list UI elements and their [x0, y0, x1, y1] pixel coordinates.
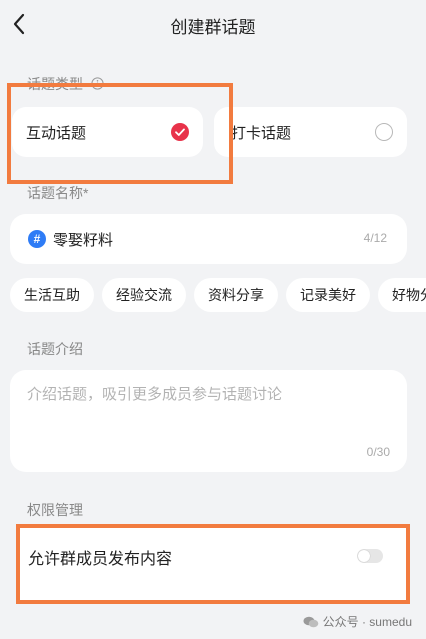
tag-chip[interactable]: 经验交流: [102, 278, 186, 312]
suggested-tags: 生活互助经验交流资料分享记录美好好物分享: [10, 278, 426, 312]
hashtag-icon: #: [28, 230, 46, 248]
topic-type-label: 话题类型: [27, 74, 104, 94]
wechat-icon: [303, 616, 318, 628]
allow-post-label: 允许群成员发布内容: [28, 551, 173, 568]
tag-chip[interactable]: 记录美好: [286, 278, 370, 312]
unchecked-radio-icon: [375, 123, 393, 141]
topic-intro-char-count: 0/30: [366, 445, 390, 459]
topic-name-char-count: 4/12: [363, 231, 387, 245]
topic-name-label: 话题名称*: [27, 185, 89, 201]
topic-type-option-label: 互动话题: [26, 125, 87, 142]
topic-type-option-interactive[interactable]: 互动话题: [12, 107, 203, 157]
allow-post-toggle[interactable]: [357, 549, 383, 563]
checked-radio-icon: [171, 123, 189, 141]
permissions-label: 权限管理: [27, 502, 83, 518]
required-mark: *: [83, 185, 89, 201]
topic-name-input[interactable]: 零娶籽料: [53, 229, 113, 250]
topic-intro-placeholder: 介绍话题，吸引更多成员参与话题讨论: [27, 386, 283, 403]
allow-post-row: 允许群成员发布内容: [16, 528, 410, 600]
topic-type-option-label: 打卡话题: [231, 125, 292, 142]
topic-intro-label: 话题介绍: [27, 341, 83, 357]
watermark: 公众号 · sumedu: [303, 613, 412, 630]
tag-chip[interactable]: 生活互助: [10, 278, 94, 312]
header-bar: 创建群话题: [0, 0, 426, 48]
toggle-knob: [358, 550, 370, 562]
topic-type-option-checkin[interactable]: 打卡话题: [214, 107, 407, 157]
tag-chip[interactable]: 好物分享: [378, 278, 426, 312]
topic-name-field[interactable]: # 零娶籽料 4/12: [10, 214, 407, 264]
tag-chip[interactable]: 资料分享: [194, 278, 278, 312]
topic-intro-textarea[interactable]: 介绍话题，吸引更多成员参与话题讨论 0/30: [10, 370, 407, 472]
info-icon[interactable]: [91, 77, 104, 90]
page-title: 创建群话题: [170, 18, 256, 37]
